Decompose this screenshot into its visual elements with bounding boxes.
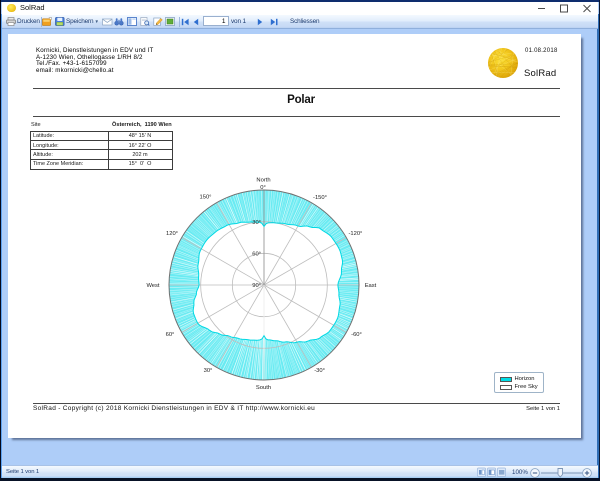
svg-text:-150°: -150° [313, 195, 327, 201]
svg-text:60°: 60° [166, 332, 175, 338]
svg-text:North: North [256, 178, 270, 184]
svg-text:120°: 120° [166, 231, 178, 237]
svg-text:30°: 30° [252, 220, 261, 226]
svg-text:60°: 60° [252, 252, 261, 258]
svg-text:-120°: -120° [348, 231, 362, 237]
svg-text:-60°: -60° [351, 332, 362, 338]
svg-text:150°: 150° [200, 195, 212, 201]
svg-text:South: South [256, 385, 271, 391]
svg-text:West: West [146, 283, 159, 289]
svg-text:-30°: -30° [314, 368, 325, 374]
svg-text:90°: 90° [252, 283, 261, 289]
svg-text:East: East [365, 283, 377, 289]
svg-text:0°: 0° [260, 185, 266, 191]
svg-text:30°: 30° [204, 368, 213, 374]
